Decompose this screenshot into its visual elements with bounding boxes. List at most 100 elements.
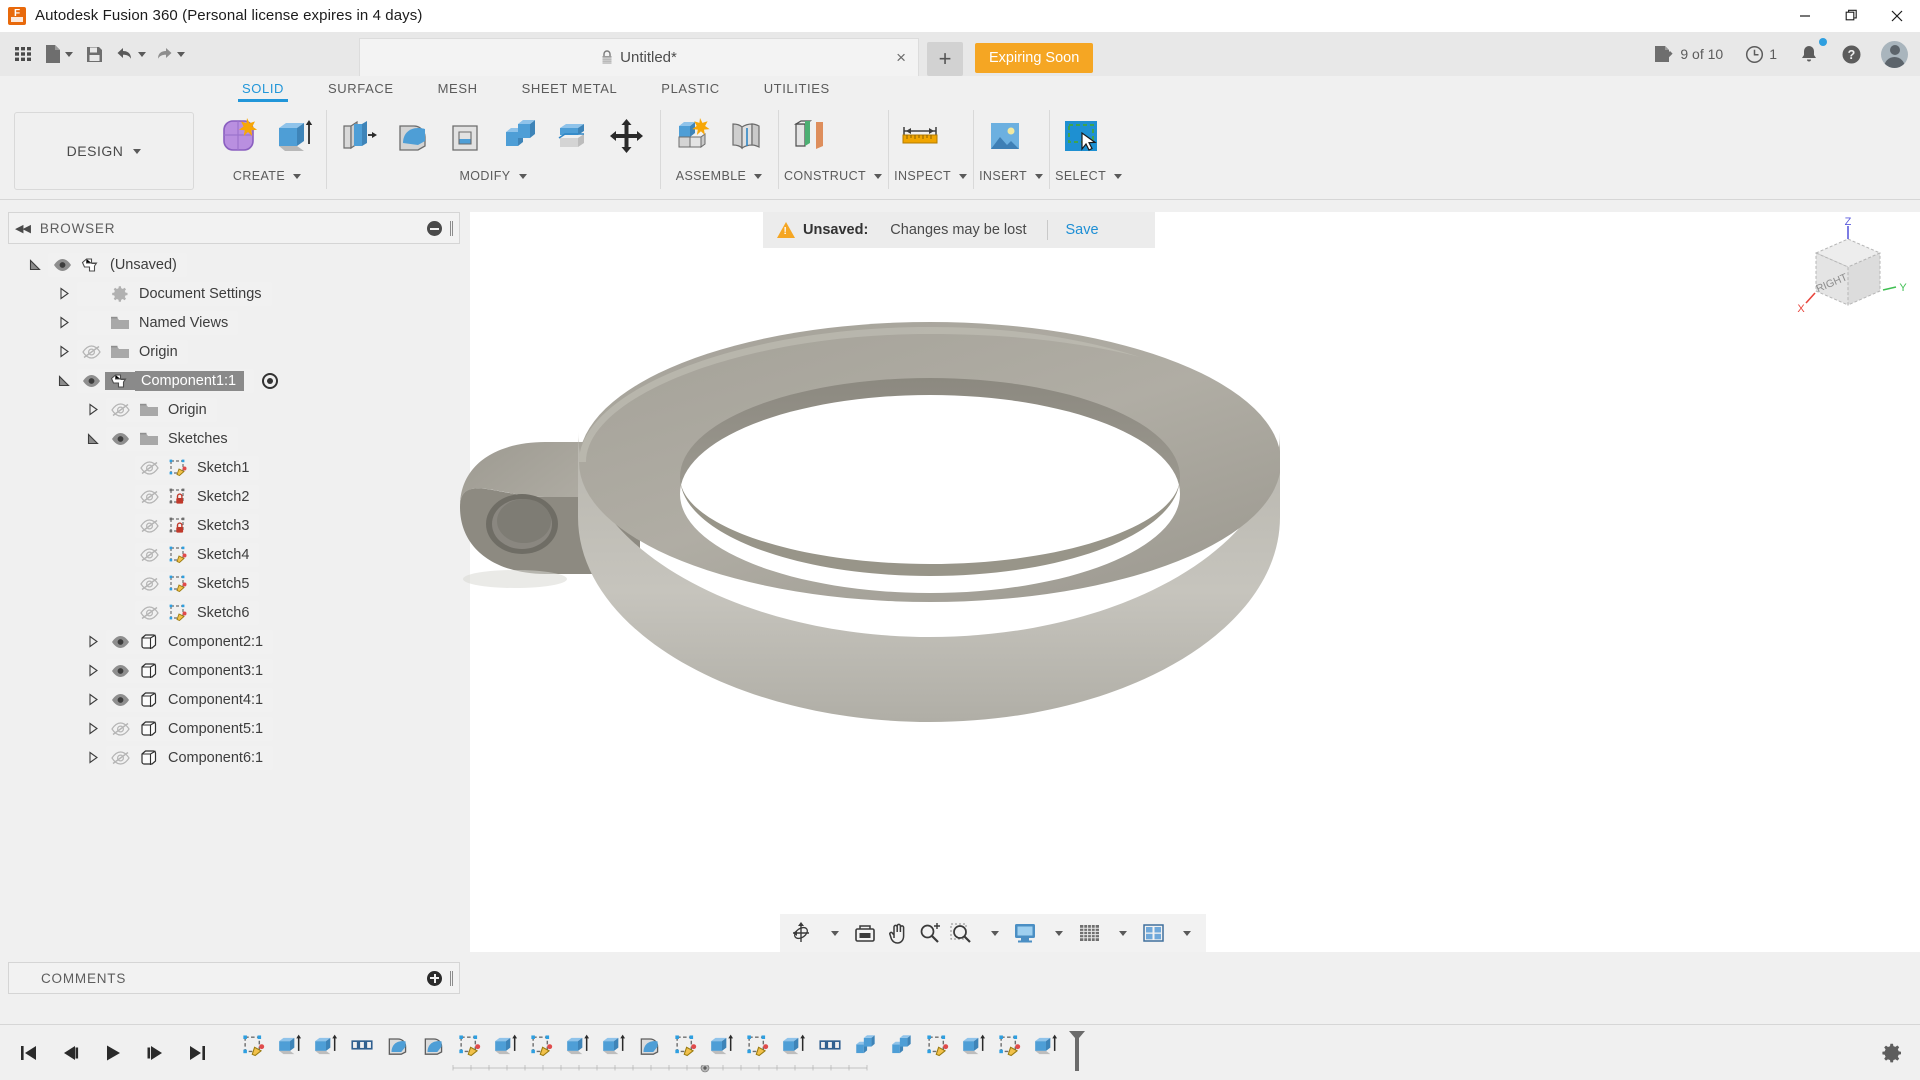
- press-pull-button[interactable]: [332, 108, 384, 164]
- timeline-feature-7[interactable]: [452, 1029, 488, 1063]
- inspect-group-label[interactable]: INSPECT: [894, 164, 968, 188]
- browser-tree-item-component1-1[interactable]: Component1:1: [8, 366, 460, 395]
- assemble-group-label[interactable]: ASSEMBLE: [666, 164, 772, 188]
- visibility-toggle-icon[interactable]: [135, 460, 163, 475]
- timeline-feature-18[interactable]: [848, 1029, 884, 1063]
- timeline-skip-start-button[interactable]: [14, 1038, 44, 1068]
- save-button[interactable]: [77, 35, 111, 73]
- browser-tree-item-component3-1[interactable]: Component3:1: [8, 656, 460, 685]
- offset-plane-button[interactable]: [784, 108, 836, 164]
- tree-item-hit[interactable]: Component6:1: [106, 745, 274, 770]
- visibility-toggle-icon[interactable]: [106, 664, 134, 678]
- comments-panel[interactable]: COMMENTS: [8, 962, 460, 994]
- timeline-feature-11[interactable]: [596, 1029, 632, 1063]
- zoom-window-button[interactable]: [946, 917, 976, 949]
- create-sketch-button[interactable]: [214, 108, 266, 164]
- timeline-rail[interactable]: [240, 1064, 1088, 1073]
- timeline-skip-end-button[interactable]: [182, 1038, 212, 1068]
- timeline-feature-6[interactable]: [416, 1029, 452, 1063]
- construct-group-label[interactable]: CONSTRUCT: [784, 164, 883, 188]
- pan-button[interactable]: [882, 917, 912, 949]
- browser-tree-item-sketch2[interactable]: Sketch2: [8, 482, 460, 511]
- orbit-button[interactable]: [786, 917, 816, 949]
- minimize-button[interactable]: [1782, 0, 1828, 32]
- timeline-feature-20[interactable]: [920, 1029, 956, 1063]
- canvas-viewport[interactable]: Unsaved: Changes may be lost Save: [460, 212, 1920, 952]
- history-status[interactable]: 1: [1736, 35, 1786, 73]
- tree-item-hit[interactable]: Sketch2: [135, 484, 260, 509]
- visibility-toggle-icon[interactable]: [106, 721, 134, 736]
- tree-twist-toggle[interactable]: [51, 287, 77, 300]
- tree-twist-toggle[interactable]: [80, 635, 106, 648]
- tab-close-icon[interactable]: ×: [896, 49, 906, 66]
- browser-tree-item-sketch6[interactable]: Sketch6: [8, 598, 460, 627]
- timeline-feature-17[interactable]: [812, 1029, 848, 1063]
- tree-twist-toggle[interactable]: [22, 258, 48, 271]
- split-face-button[interactable]: [548, 108, 600, 164]
- maximize-button[interactable]: [1828, 0, 1874, 32]
- timeline-feature-15[interactable]: [740, 1029, 776, 1063]
- zoom-button[interactable]: [914, 917, 944, 949]
- tree-twist-toggle[interactable]: [51, 345, 77, 358]
- undo-button[interactable]: [111, 35, 150, 73]
- tree-item-hit[interactable]: Component4:1: [106, 687, 274, 712]
- tree-item-hit[interactable]: Document Settings: [77, 281, 272, 306]
- tree-item-hit[interactable]: Named Views: [77, 310, 239, 335]
- look-at-button[interactable]: [850, 917, 880, 949]
- timeline-feature-19[interactable]: [884, 1029, 920, 1063]
- visibility-toggle-icon[interactable]: [106, 693, 134, 707]
- visibility-toggle-icon[interactable]: [106, 402, 134, 417]
- fillet-button[interactable]: [386, 108, 438, 164]
- timeline-settings-button[interactable]: [1880, 1041, 1920, 1065]
- new-document-button[interactable]: [40, 35, 77, 73]
- ribbon-tab-mesh[interactable]: MESH: [416, 76, 500, 102]
- timeline-feature-track[interactable]: [236, 1025, 1088, 1080]
- measure-button[interactable]: [894, 108, 946, 164]
- panel-resize-grip[interactable]: [450, 220, 453, 236]
- grid-snap-dropdown[interactable]: [1106, 917, 1136, 949]
- visibility-toggle-icon[interactable]: [48, 258, 76, 272]
- help-button[interactable]: ?: [1832, 35, 1871, 73]
- visibility-toggle-icon[interactable]: [77, 374, 105, 388]
- visibility-toggle-icon[interactable]: [135, 489, 163, 504]
- tree-twist-toggle[interactable]: [80, 751, 106, 764]
- timeline-feature-21[interactable]: [956, 1029, 992, 1063]
- new-component-button[interactable]: [666, 108, 718, 164]
- viewports-button[interactable]: [1138, 917, 1168, 949]
- tree-item-hit[interactable]: Sketch4: [135, 542, 260, 567]
- timeline-feature-22[interactable]: [992, 1029, 1028, 1063]
- timeline-feature-13[interactable]: [668, 1029, 704, 1063]
- timeline-feature-1[interactable]: [236, 1029, 272, 1063]
- tree-twist-toggle[interactable]: [80, 664, 106, 677]
- tree-item-hit[interactable]: Component5:1: [106, 716, 274, 741]
- document-tab-untitled[interactable]: Untitled* ×: [359, 38, 919, 76]
- zoom-window-dropdown[interactable]: [978, 917, 1008, 949]
- display-settings-button[interactable]: [1010, 917, 1040, 949]
- view-cube[interactable]: RIGHT Z Y X: [1790, 217, 1910, 327]
- timeline-play-button[interactable]: [98, 1038, 128, 1068]
- browser-tree-item-sketch3[interactable]: Sketch3: [8, 511, 460, 540]
- timeline-feature-9[interactable]: [524, 1029, 560, 1063]
- browser-tree-item-sketches[interactable]: Sketches: [8, 424, 460, 453]
- orbit-dropdown[interactable]: [818, 917, 848, 949]
- tree-item-hit[interactable]: Sketch6: [135, 600, 260, 625]
- shell-button[interactable]: [440, 108, 492, 164]
- browser-tree-item-component4-1[interactable]: Component4:1: [8, 685, 460, 714]
- tree-item-hit[interactable]: Component2:1: [106, 629, 274, 654]
- new-tab-button[interactable]: +: [927, 42, 963, 76]
- browser-tree-item-unsaved[interactable]: (Unsaved): [8, 250, 460, 279]
- insert-group-label[interactable]: INSERT: [979, 164, 1044, 188]
- insert-image-button[interactable]: [979, 108, 1031, 164]
- combine-button[interactable]: [494, 108, 546, 164]
- visibility-toggle-icon[interactable]: [106, 432, 134, 446]
- visibility-toggle-icon[interactable]: [135, 518, 163, 533]
- tree-twist-toggle[interactable]: [80, 693, 106, 706]
- browser-tree-item-sketch4[interactable]: Sketch4: [8, 540, 460, 569]
- tree-item-hit[interactable]: Sketches: [106, 426, 238, 451]
- activate-component-radio[interactable]: [262, 372, 279, 389]
- browser-tree-item-sketch5[interactable]: Sketch5: [8, 569, 460, 598]
- show-data-panel-button[interactable]: [6, 35, 40, 73]
- ribbon-tab-plastic[interactable]: PLASTIC: [639, 76, 741, 102]
- timeline-feature-14[interactable]: [704, 1029, 740, 1063]
- ribbon-tab-sheet-metal[interactable]: SHEET METAL: [500, 76, 640, 102]
